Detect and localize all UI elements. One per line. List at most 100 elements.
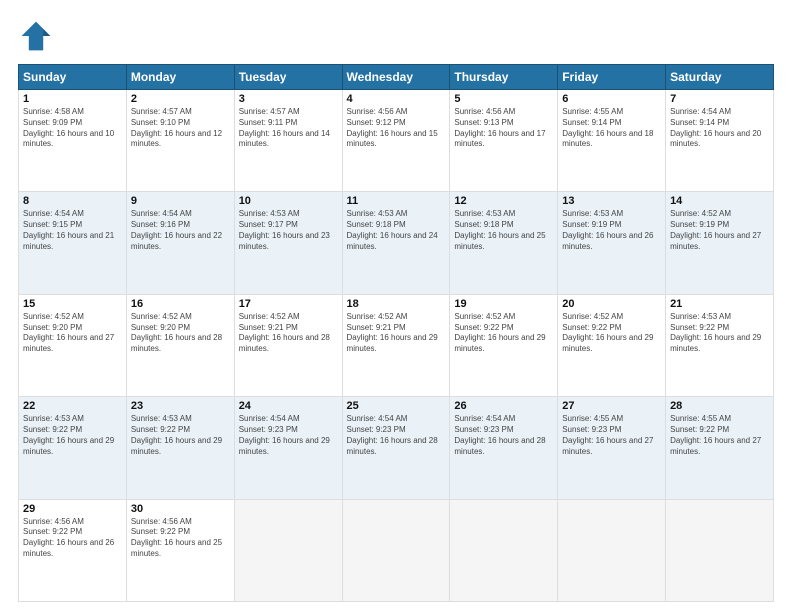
col-monday: Monday xyxy=(126,65,234,90)
day-cell: 1 Sunrise: 4:58 AMSunset: 9:09 PMDayligh… xyxy=(19,90,127,192)
day-number: 4 xyxy=(347,93,446,105)
day-number: 2 xyxy=(131,93,230,105)
day-cell: 12 Sunrise: 4:53 AM Sunset: 9:18 PM Dayl… xyxy=(450,192,558,294)
calendar-row: 22 Sunrise: 4:53 AM Sunset: 9:22 PM Dayl… xyxy=(19,397,774,499)
day-number: 27 xyxy=(562,400,661,412)
calendar-row: 8 Sunrise: 4:54 AM Sunset: 9:15 PM Dayli… xyxy=(19,192,774,294)
day-number: 29 xyxy=(23,503,122,515)
day-info: Sunrise: 4:52 AM Sunset: 9:21 PM Dayligh… xyxy=(239,312,338,355)
day-number: 7 xyxy=(670,93,769,105)
day-info: Sunrise: 4:54 AM Sunset: 9:15 PM Dayligh… xyxy=(23,209,122,252)
day-cell: 27 Sunrise: 4:55 AM Sunset: 9:23 PM Dayl… xyxy=(558,397,666,499)
calendar-row: 15 Sunrise: 4:52 AM Sunset: 9:20 PM Dayl… xyxy=(19,294,774,396)
day-info: Sunrise: 4:54 AM Sunset: 9:23 PM Dayligh… xyxy=(454,414,553,457)
day-cell: 21 Sunrise: 4:53 AM Sunset: 9:22 PM Dayl… xyxy=(666,294,774,396)
col-friday: Friday xyxy=(558,65,666,90)
day-info: Sunrise: 4:56 AM Sunset: 9:22 PM Dayligh… xyxy=(23,517,122,560)
col-thursday: Thursday xyxy=(450,65,558,90)
day-info: Sunrise: 4:58 AMSunset: 9:09 PMDaylight:… xyxy=(23,107,122,150)
day-info: Sunrise: 4:57 AM Sunset: 9:11 PM Dayligh… xyxy=(239,107,338,150)
day-cell: 8 Sunrise: 4:54 AM Sunset: 9:15 PM Dayli… xyxy=(19,192,127,294)
day-cell: 22 Sunrise: 4:53 AM Sunset: 9:22 PM Dayl… xyxy=(19,397,127,499)
day-number: 16 xyxy=(131,298,230,310)
day-cell: 10 Sunrise: 4:53 AM Sunset: 9:17 PM Dayl… xyxy=(234,192,342,294)
day-cell: 26 Sunrise: 4:54 AM Sunset: 9:23 PM Dayl… xyxy=(450,397,558,499)
day-cell: 30 Sunrise: 4:56 AM Sunset: 9:22 PM Dayl… xyxy=(126,499,234,601)
day-info: Sunrise: 4:53 AM Sunset: 9:18 PM Dayligh… xyxy=(454,209,553,252)
day-cell: 24 Sunrise: 4:54 AM Sunset: 9:23 PM Dayl… xyxy=(234,397,342,499)
day-number: 18 xyxy=(347,298,446,310)
day-cell: 16 Sunrise: 4:52 AM Sunset: 9:20 PM Dayl… xyxy=(126,294,234,396)
day-number: 3 xyxy=(239,93,338,105)
day-cell: 19 Sunrise: 4:52 AM Sunset: 9:22 PM Dayl… xyxy=(450,294,558,396)
calendar: Sunday Monday Tuesday Wednesday Thursday… xyxy=(18,64,774,602)
day-cell: 4 Sunrise: 4:56 AM Sunset: 9:12 PM Dayli… xyxy=(342,90,450,192)
day-cell: 11 Sunrise: 4:53 AM Sunset: 9:18 PM Dayl… xyxy=(342,192,450,294)
day-info: Sunrise: 4:55 AM Sunset: 9:23 PM Dayligh… xyxy=(562,414,661,457)
day-number: 22 xyxy=(23,400,122,412)
day-number: 10 xyxy=(239,195,338,207)
day-number: 25 xyxy=(347,400,446,412)
day-info: Sunrise: 4:55 AM Sunset: 9:14 PM Dayligh… xyxy=(562,107,661,150)
header xyxy=(18,18,774,54)
day-number: 9 xyxy=(131,195,230,207)
day-number: 17 xyxy=(239,298,338,310)
col-tuesday: Tuesday xyxy=(234,65,342,90)
day-number: 21 xyxy=(670,298,769,310)
day-number: 23 xyxy=(131,400,230,412)
day-info: Sunrise: 4:53 AM Sunset: 9:22 PM Dayligh… xyxy=(670,312,769,355)
empty-cell xyxy=(558,499,666,601)
day-number: 1 xyxy=(23,93,122,105)
empty-cell xyxy=(342,499,450,601)
day-cell: 3 Sunrise: 4:57 AM Sunset: 9:11 PM Dayli… xyxy=(234,90,342,192)
day-cell: 18 Sunrise: 4:52 AM Sunset: 9:21 PM Dayl… xyxy=(342,294,450,396)
day-info: Sunrise: 4:53 AM Sunset: 9:22 PM Dayligh… xyxy=(23,414,122,457)
day-info: Sunrise: 4:52 AM Sunset: 9:22 PM Dayligh… xyxy=(454,312,553,355)
calendar-row: 1 Sunrise: 4:58 AMSunset: 9:09 PMDayligh… xyxy=(19,90,774,192)
day-number: 11 xyxy=(347,195,446,207)
day-info: Sunrise: 4:54 AM Sunset: 9:16 PM Dayligh… xyxy=(131,209,230,252)
day-info: Sunrise: 4:52 AM Sunset: 9:22 PM Dayligh… xyxy=(562,312,661,355)
day-cell: 17 Sunrise: 4:52 AM Sunset: 9:21 PM Dayl… xyxy=(234,294,342,396)
day-info: Sunrise: 4:57 AM Sunset: 9:10 PM Dayligh… xyxy=(131,107,230,150)
empty-cell xyxy=(666,499,774,601)
day-info: Sunrise: 4:54 AM Sunset: 9:23 PM Dayligh… xyxy=(347,414,446,457)
day-info: Sunrise: 4:53 AM Sunset: 9:18 PM Dayligh… xyxy=(347,209,446,252)
day-number: 8 xyxy=(23,195,122,207)
logo xyxy=(18,18,60,54)
day-number: 20 xyxy=(562,298,661,310)
logo-icon xyxy=(18,18,54,54)
day-info: Sunrise: 4:53 AM Sunset: 9:22 PM Dayligh… xyxy=(131,414,230,457)
day-info: Sunrise: 4:52 AM Sunset: 9:21 PM Dayligh… xyxy=(347,312,446,355)
day-number: 13 xyxy=(562,195,661,207)
day-cell: 6 Sunrise: 4:55 AM Sunset: 9:14 PM Dayli… xyxy=(558,90,666,192)
col-saturday: Saturday xyxy=(666,65,774,90)
day-number: 26 xyxy=(454,400,553,412)
col-wednesday: Wednesday xyxy=(342,65,450,90)
day-info: Sunrise: 4:55 AM Sunset: 9:22 PM Dayligh… xyxy=(670,414,769,457)
day-cell: 20 Sunrise: 4:52 AM Sunset: 9:22 PM Dayl… xyxy=(558,294,666,396)
day-number: 28 xyxy=(670,400,769,412)
day-cell: 2 Sunrise: 4:57 AM Sunset: 9:10 PM Dayli… xyxy=(126,90,234,192)
day-info: Sunrise: 4:52 AM Sunset: 9:20 PM Dayligh… xyxy=(23,312,122,355)
day-number: 14 xyxy=(670,195,769,207)
day-cell: 15 Sunrise: 4:52 AM Sunset: 9:20 PM Dayl… xyxy=(19,294,127,396)
day-info: Sunrise: 4:52 AM Sunset: 9:20 PM Dayligh… xyxy=(131,312,230,355)
day-cell: 5 Sunrise: 4:56 AM Sunset: 9:13 PM Dayli… xyxy=(450,90,558,192)
day-number: 12 xyxy=(454,195,553,207)
day-cell: 13 Sunrise: 4:53 AM Sunset: 9:19 PM Dayl… xyxy=(558,192,666,294)
day-info: Sunrise: 4:56 AM Sunset: 9:12 PM Dayligh… xyxy=(347,107,446,150)
day-cell: 29 Sunrise: 4:56 AM Sunset: 9:22 PM Dayl… xyxy=(19,499,127,601)
page: Sunday Monday Tuesday Wednesday Thursday… xyxy=(0,0,792,612)
day-cell: 14 Sunrise: 4:52 AM Sunset: 9:19 PM Dayl… xyxy=(666,192,774,294)
day-info: Sunrise: 4:52 AM Sunset: 9:19 PM Dayligh… xyxy=(670,209,769,252)
day-info: Sunrise: 4:53 AM Sunset: 9:19 PM Dayligh… xyxy=(562,209,661,252)
day-number: 19 xyxy=(454,298,553,310)
empty-cell xyxy=(234,499,342,601)
day-number: 6 xyxy=(562,93,661,105)
calendar-row: 29 Sunrise: 4:56 AM Sunset: 9:22 PM Dayl… xyxy=(19,499,774,601)
day-cell: 25 Sunrise: 4:54 AM Sunset: 9:23 PM Dayl… xyxy=(342,397,450,499)
day-number: 15 xyxy=(23,298,122,310)
col-sunday: Sunday xyxy=(19,65,127,90)
day-cell: 28 Sunrise: 4:55 AM Sunset: 9:22 PM Dayl… xyxy=(666,397,774,499)
